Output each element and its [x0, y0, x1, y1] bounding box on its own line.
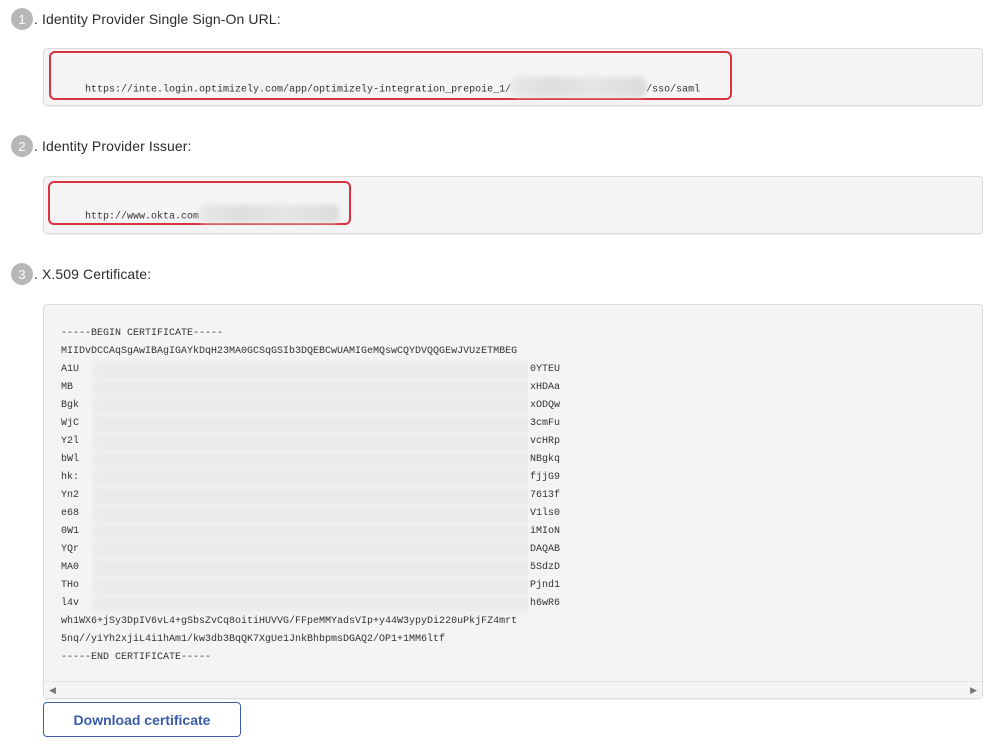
step-3: 3 . X.509 Certificate: — [11, 263, 151, 285]
step-number-badge: 1 — [11, 8, 33, 30]
certificate-line: 5nq//yiYh2xjiL4i1hAm1/kw3db3BqQK7XgUe1Jn… — [61, 631, 517, 649]
certificate-line: l4v h6wR6 — [61, 595, 562, 613]
certificate-line-ending: 7613f — [528, 487, 562, 505]
certificate-line: A1U 0YTEU — [61, 361, 562, 379]
certificate-line-ending: iMIoN — [528, 523, 562, 541]
redacted-region — [93, 488, 545, 504]
redacted-region — [93, 596, 545, 612]
certificate-line-ending: DAQAB — [528, 541, 562, 559]
certificate-line-ending: vcHRp — [528, 433, 562, 451]
certificate-line-text: WjC — [61, 418, 80, 429]
scroll-left-arrow-icon[interactable]: ◀ — [49, 685, 56, 696]
certificate-line: hk: fjjG9 — [61, 469, 562, 487]
certificate-line-ending: V1ls0 — [528, 505, 562, 523]
sso-url-field[interactable]: https://inte.login.optimizely.com/app/op… — [43, 48, 983, 106]
redacted-region — [93, 434, 545, 450]
step-2: 2 . Identity Provider Issuer: — [11, 135, 192, 157]
certificate-line-text: l4v — [61, 598, 80, 609]
certificate-line-text: 0W1 — [61, 526, 80, 537]
issuer-label: . Identity Provider Issuer: — [34, 138, 192, 154]
certificate-line: MB xHDAa — [61, 379, 562, 397]
certificate-line-ending: xODQw — [528, 397, 562, 415]
certificate-line: e68 V1ls0 — [61, 505, 562, 523]
certificate-line-text: bWl — [61, 454, 80, 465]
certificate-line-text: YQr — [61, 544, 80, 555]
certificate-line: bWl NBgkq — [61, 451, 562, 469]
sso-url-suffix: /sso/saml — [646, 84, 701, 96]
redacted-region — [199, 205, 340, 223]
redacted-region — [93, 560, 545, 576]
redacted-region — [93, 416, 545, 432]
redacted-region — [93, 524, 545, 540]
certificate-line-text: e68 — [61, 508, 80, 519]
step-1: 1 . Identity Provider Single Sign-On URL… — [11, 8, 281, 30]
certificate-line: YQr DAQAB — [61, 541, 562, 559]
redacted-region — [93, 362, 545, 378]
certificate-line-text: MB — [61, 382, 74, 393]
certificate-line-ending: h6wR6 — [528, 595, 562, 613]
redacted-region — [93, 578, 545, 594]
certificate-line: wh1WX6+jSy3DpIV6vL4+gSbsZvCq8oitiHUVVG/F… — [61, 613, 517, 631]
certificate-line-text: -----BEGIN CERTIFICATE----- — [61, 328, 224, 339]
redacted-region — [93, 380, 545, 396]
certificate-line-ending: 3cmFu — [528, 415, 562, 433]
certificate-line-text: -----END CERTIFICATE----- — [61, 652, 212, 663]
certificate-line: -----END CERTIFICATE----- — [61, 649, 517, 667]
certificate-line: 0W1 iMIoN — [61, 523, 562, 541]
step-number-badge: 2 — [11, 135, 33, 157]
redacted-region — [93, 470, 545, 486]
certificate-line-ending: Pjnd1 — [528, 577, 562, 595]
certificate-line: Yn2 7613f — [61, 487, 562, 505]
redacted-region — [93, 542, 545, 558]
issuer-value[interactable]: http://www.okta.com — [61, 198, 340, 234]
certificate-line: MA0 5SdzD — [61, 559, 562, 577]
certificate-line: WjC 3cmFu — [61, 415, 562, 433]
certificate-line-ending: xHDAa — [528, 379, 562, 397]
certificate-line-text: Yn2 — [61, 490, 80, 501]
certificate-line-ending: 5SdzD — [528, 559, 562, 577]
certificate-line: MIIDvDCCAqSgAwIBAgIGAYkDqH23MA0GCSqGSIb3… — [61, 343, 517, 361]
certificate-line-ending: fjjG9 — [528, 469, 562, 487]
certificate-line: Y2l vcHRp — [61, 433, 562, 451]
issuer-prefix: http://www.okta.com — [85, 211, 200, 223]
scroll-right-arrow-icon[interactable]: ▶ — [970, 685, 977, 696]
download-certificate-button[interactable]: Download certificate — [43, 702, 241, 737]
redacted-region — [93, 452, 545, 468]
certificate-line-text: MA0 — [61, 562, 80, 573]
certificate-line: Bgk xODQw — [61, 397, 562, 415]
certificate-line-text: MIIDvDCCAqSgAwIBAgIGAYkDqH23MA0GCSqGSIb3… — [61, 346, 518, 357]
certificate-line-text: Y2l — [61, 436, 80, 447]
certificate-text[interactable]: -----BEGIN CERTIFICATE----- MIIDvDCCAqSgA… — [61, 325, 562, 667]
certificate-line-ending: NBgkq — [528, 451, 562, 469]
sso-url-prefix: https://inte.login.optimizely.com/app/op… — [85, 84, 512, 96]
certificate-line-text: wh1WX6+jSy3DpIV6vL4+gSbsZvCq8oitiHUVVG/F… — [61, 616, 518, 627]
redacted-region — [93, 506, 545, 522]
certificate-line-text: A1U — [61, 364, 80, 375]
certificate-field[interactable]: -----BEGIN CERTIFICATE----- MIIDvDCCAqSgA… — [43, 304, 983, 699]
certificate-line-text: hk: — [61, 472, 80, 483]
certificate-label: . X.509 Certificate: — [34, 266, 152, 282]
certificate-line: THo Pjnd1 — [61, 577, 562, 595]
redacted-region — [93, 398, 545, 414]
certificate-line-text: THo — [61, 580, 80, 591]
certificate-line: -----BEGIN CERTIFICATE----- — [61, 325, 517, 343]
redacted-region — [511, 77, 647, 97]
certificate-line-text: Bgk — [61, 400, 80, 411]
sso-url-label: . Identity Provider Single Sign-On URL: — [34, 11, 281, 27]
sso-url-value[interactable]: https://inte.login.optimizely.com/app/op… — [61, 70, 700, 108]
step-number-badge: 3 — [11, 263, 33, 285]
certificate-line-text: 5nq//yiYh2xjiL4i1hAm1/kw3db3BqQK7XgUe1Jn… — [61, 634, 446, 645]
horizontal-scrollbar[interactable]: ◀ ▶ — [44, 681, 982, 698]
issuer-field[interactable]: http://www.okta.com — [43, 176, 983, 234]
certificate-line-ending: 0YTEU — [528, 361, 562, 379]
